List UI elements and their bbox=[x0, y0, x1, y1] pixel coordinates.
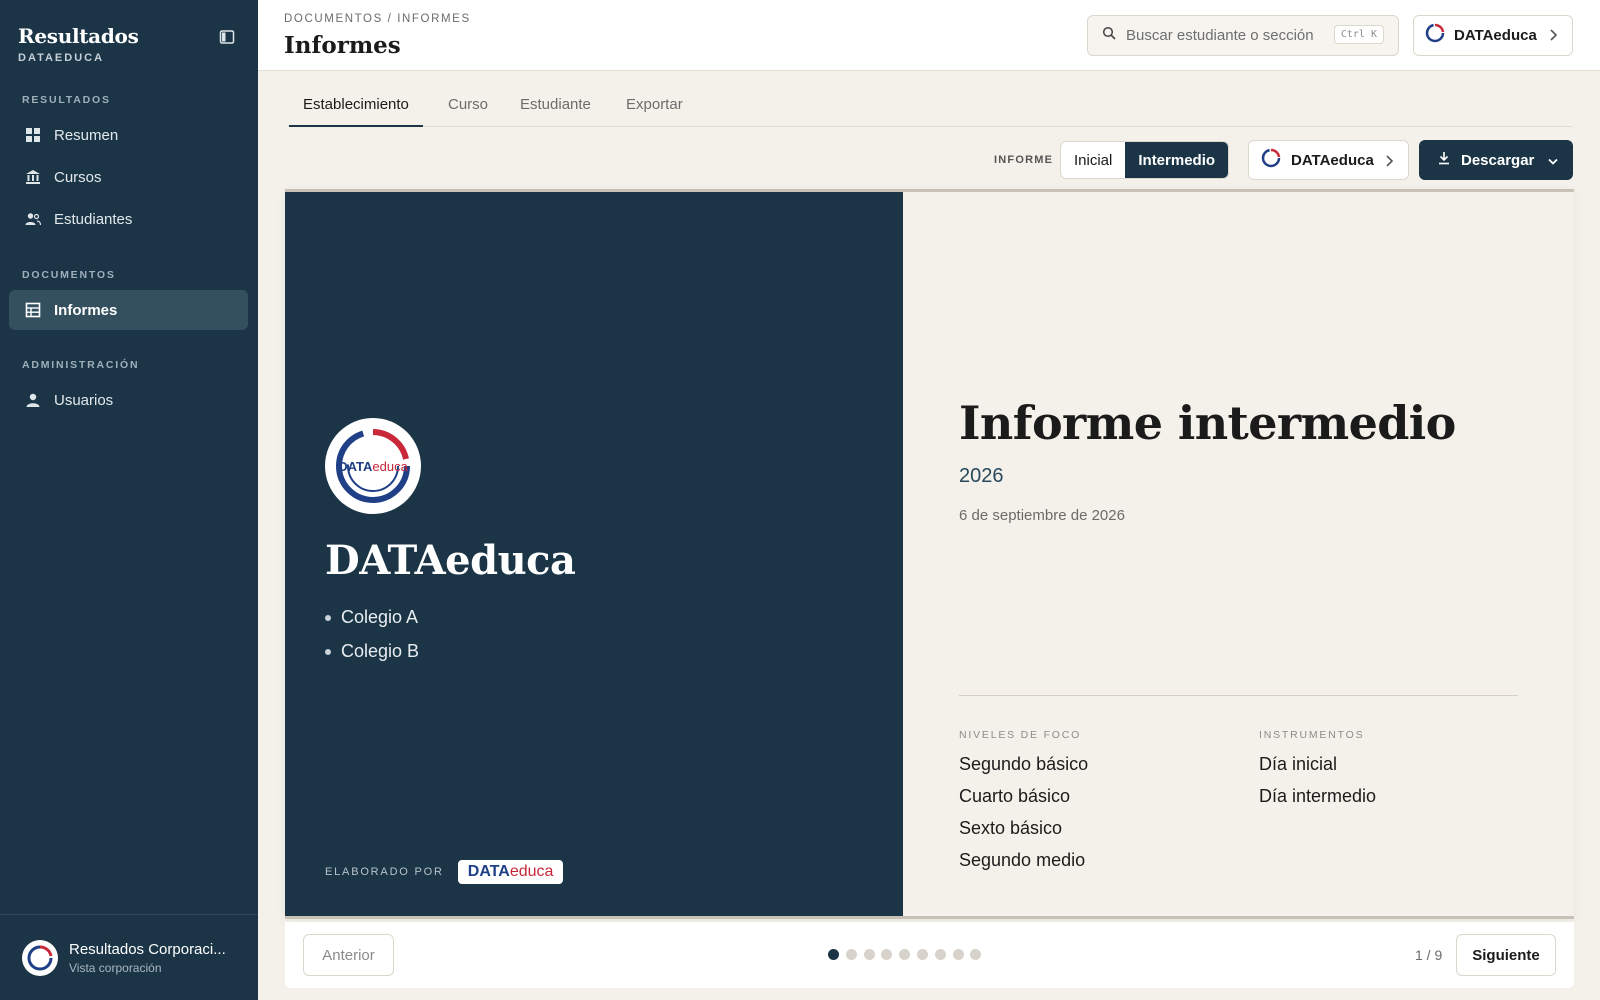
focus-levels-heading: NIVELES DE FOCO bbox=[959, 729, 1082, 741]
option-inicial[interactable]: Inicial bbox=[1061, 142, 1125, 178]
sidebar-item-estudiantes[interactable]: Estudiantes bbox=[9, 199, 248, 239]
brand-logo-icon bbox=[1424, 22, 1446, 49]
page-count: 1 / 9 bbox=[1415, 947, 1443, 963]
report-cover-panel: DATAeduca DATAeduca Colegio A Colegio B … bbox=[285, 192, 903, 916]
page-dot[interactable] bbox=[952, 949, 964, 960]
list-item: Sexto básico bbox=[959, 818, 1063, 838]
avatar bbox=[22, 939, 58, 976]
list-item: Segundo medio bbox=[959, 850, 1086, 870]
next-button[interactable]: Siguiente bbox=[1456, 934, 1556, 976]
brand-logo-icon bbox=[1260, 147, 1282, 174]
report-title: Informe intermedio bbox=[959, 396, 1456, 450]
made-by: ELABORADO POR DATAeduca bbox=[325, 860, 564, 884]
breadcrumb: DOCUMENTOS / INFORMES bbox=[284, 13, 471, 25]
page-title: Informes bbox=[284, 32, 401, 59]
dataeduca-badge: DATAeduca bbox=[457, 860, 564, 884]
shortcut-hint: Ctrl K bbox=[1333, 25, 1384, 44]
report-org-selector[interactable]: DATAeduca bbox=[1248, 140, 1409, 180]
page-dot[interactable] bbox=[970, 949, 982, 960]
app-title: Resultados bbox=[18, 24, 139, 48]
section-label-resultados: RESULTADOS bbox=[22, 94, 111, 106]
search-box: Ctrl K bbox=[1087, 15, 1399, 56]
sidebar: Resultados DATAEDUCA RESULTADOS Resumen … bbox=[0, 0, 258, 1000]
sidebar-item-label: Usuarios bbox=[54, 391, 114, 409]
report-year: 2026 bbox=[959, 465, 1004, 487]
search-input[interactable] bbox=[1126, 27, 1326, 44]
report-type-toggle: Inicial Intermedio bbox=[1060, 141, 1230, 179]
building-icon bbox=[24, 168, 42, 186]
list-item: Cuarto básico bbox=[959, 786, 1071, 806]
list-item: Colegio A bbox=[325, 607, 419, 628]
page-dot[interactable] bbox=[828, 949, 839, 960]
download-icon bbox=[1437, 151, 1451, 170]
report-date: 6 de septiembre de 2026 bbox=[959, 507, 1125, 524]
sidebar-toggle-icon[interactable] bbox=[218, 28, 236, 46]
page-dot[interactable] bbox=[916, 949, 928, 960]
school-name: DATAeduca bbox=[325, 537, 576, 584]
list-item: Colegio B bbox=[325, 641, 419, 662]
chevron-right-icon bbox=[1548, 28, 1558, 47]
chevron-right-icon bbox=[1384, 154, 1394, 173]
school-logo: DATAeduca bbox=[325, 418, 421, 514]
school-list: Colegio A Colegio B bbox=[325, 607, 419, 675]
account-name: Resultados Corporaci... bbox=[69, 940, 226, 958]
download-button[interactable]: Descargar bbox=[1419, 140, 1573, 180]
svg-text:DATAeduca: DATAeduca bbox=[338, 459, 408, 474]
sidebar-item-resumen[interactable]: Resumen bbox=[9, 115, 248, 155]
page-dot[interactable] bbox=[899, 949, 911, 960]
brand: Resultados DATAEDUCA bbox=[18, 24, 139, 64]
tab-estudiante[interactable]: Estudiante bbox=[506, 90, 605, 127]
tab-establecimiento[interactable]: Establecimiento bbox=[289, 90, 423, 127]
chevron-down-icon bbox=[1547, 154, 1559, 172]
focus-levels: NIVELES DE FOCO Segundo básico Cuarto bá… bbox=[959, 729, 1088, 882]
tab-curso[interactable]: Curso bbox=[434, 90, 502, 127]
page-dot[interactable] bbox=[863, 949, 875, 960]
section-label-administracion: ADMINISTRACIÓN bbox=[22, 359, 140, 371]
user-icon bbox=[24, 391, 42, 409]
org-selector-button[interactable]: DATAeduca bbox=[1413, 15, 1573, 56]
tab-bar: Establecimiento Curso Estudiante Exporta… bbox=[288, 90, 1572, 127]
instruments: INSTRUMENTOS Día inicial Día intermedio bbox=[1259, 729, 1376, 818]
page-dot[interactable] bbox=[881, 949, 893, 960]
app-subtitle: DATAEDUCA bbox=[18, 52, 105, 64]
org-name: DATAeduca bbox=[1291, 151, 1374, 169]
divider bbox=[959, 695, 1518, 696]
section-label-documentos: DOCUMENTOS bbox=[22, 269, 116, 281]
sidebar-item-label: Estudiantes bbox=[54, 210, 133, 228]
report-type-label: INFORME bbox=[994, 154, 1054, 166]
list-item: Día inicial bbox=[1259, 754, 1338, 774]
grid-icon bbox=[24, 126, 42, 144]
download-label: Descargar bbox=[1461, 151, 1535, 169]
table-icon bbox=[24, 301, 42, 319]
sidebar-item-cursos[interactable]: Cursos bbox=[9, 157, 248, 197]
top-header: DOCUMENTOS / INFORMES Informes Ctrl K DA… bbox=[258, 0, 1600, 71]
option-intermedio[interactable]: Intermedio bbox=[1125, 142, 1229, 178]
sidebar-item-usuarios[interactable]: Usuarios bbox=[9, 380, 248, 420]
tab-exportar[interactable]: Exportar bbox=[612, 90, 697, 127]
sidebar-item-label: Informes bbox=[54, 301, 118, 319]
page-dot[interactable] bbox=[934, 949, 946, 960]
report-preview: DATAeduca DATAeduca Colegio A Colegio B … bbox=[285, 189, 1574, 919]
instruments-heading: INSTRUMENTOS bbox=[1259, 729, 1365, 741]
page-dots bbox=[828, 949, 988, 960]
slide-pager: Anterior 1 / 9 Siguiente bbox=[285, 922, 1574, 988]
list-item: Segundo básico bbox=[959, 754, 1089, 774]
list-item: Día intermedio bbox=[1259, 786, 1377, 806]
search-icon bbox=[1102, 26, 1116, 45]
org-name: DATAeduca bbox=[1454, 27, 1537, 44]
sidebar-item-informes[interactable]: Informes bbox=[9, 290, 248, 330]
made-by-label: ELABORADO POR bbox=[325, 866, 444, 878]
report-info-panel: Informe intermedio 2026 6 de septiembre … bbox=[903, 192, 1574, 916]
sidebar-item-label: Resumen bbox=[54, 126, 119, 144]
previous-button[interactable]: Anterior bbox=[303, 934, 394, 976]
account-switcher[interactable]: Resultados Corporaci... Vista corporació… bbox=[0, 914, 258, 1000]
users-icon bbox=[24, 210, 42, 228]
account-sub: Vista corporación bbox=[69, 960, 162, 975]
page-dot[interactable] bbox=[845, 949, 857, 960]
sidebar-item-label: Cursos bbox=[54, 168, 102, 186]
